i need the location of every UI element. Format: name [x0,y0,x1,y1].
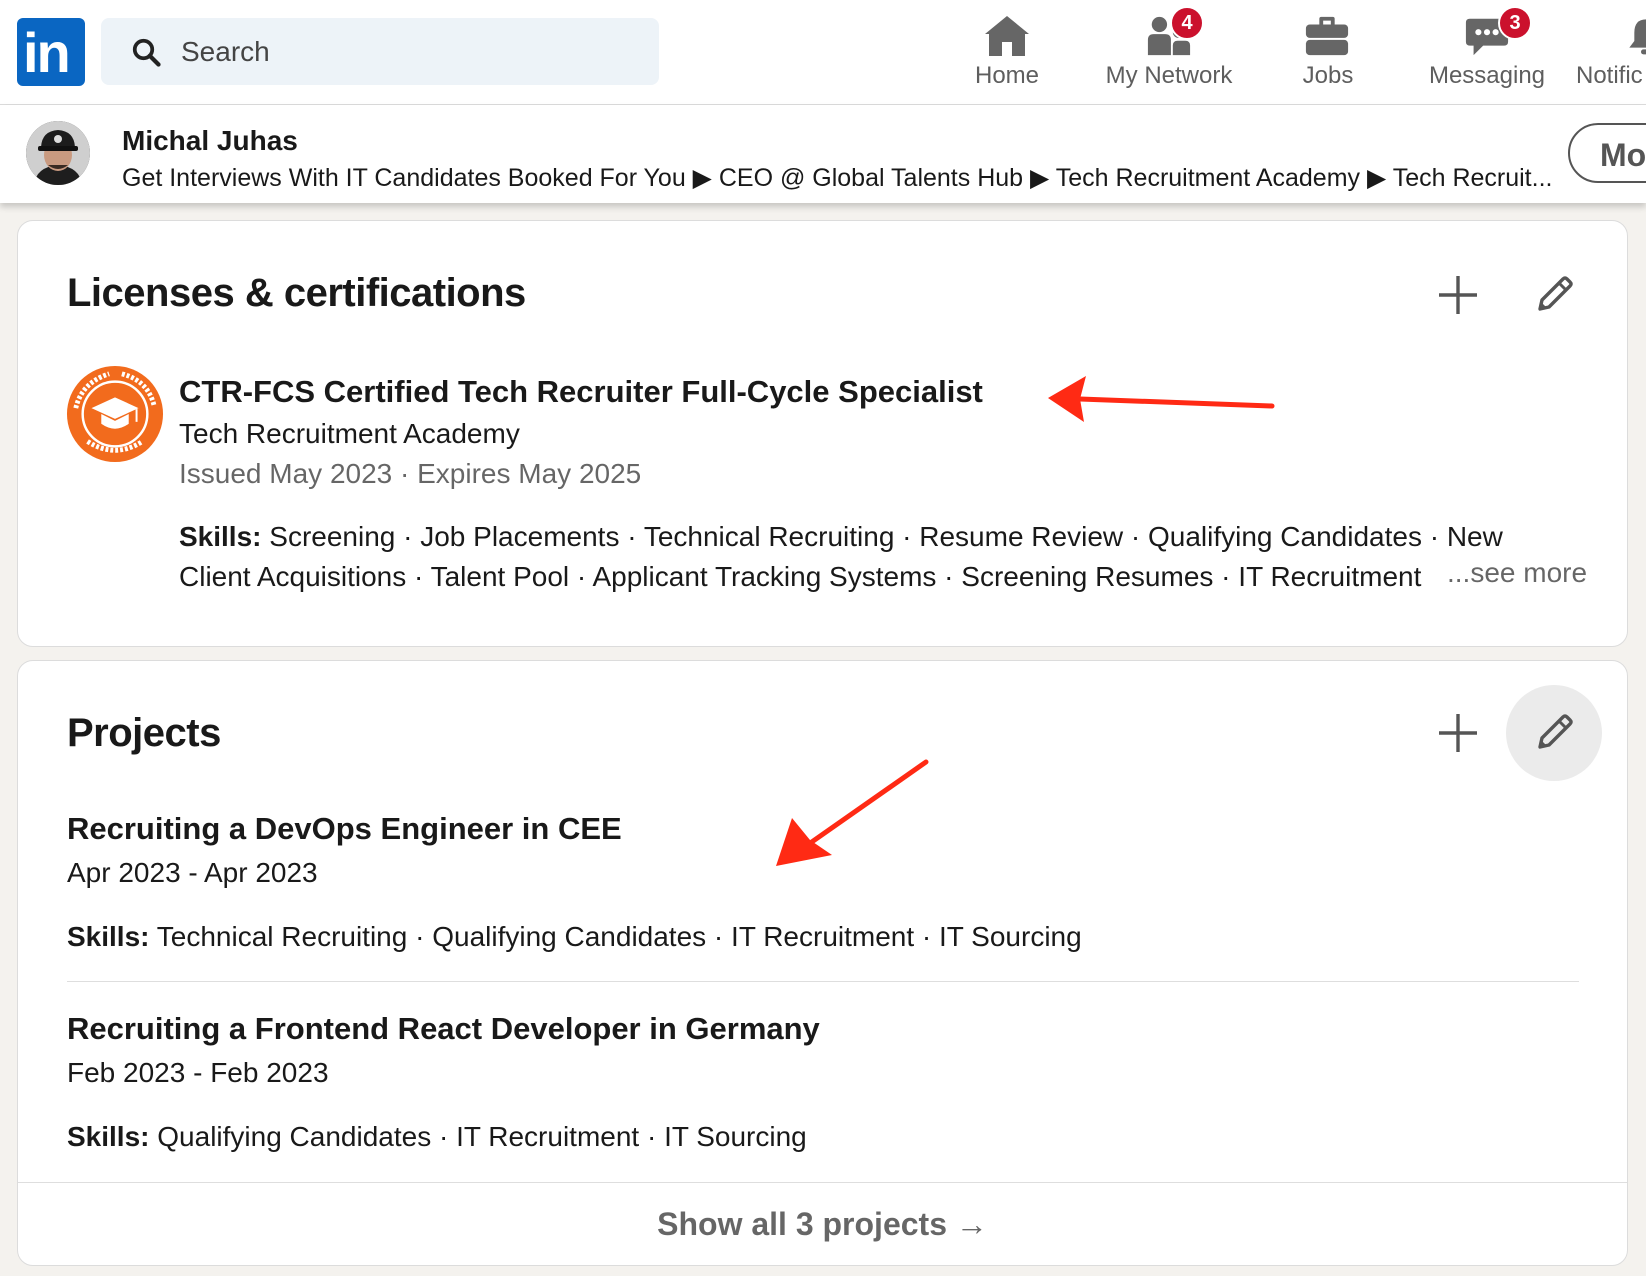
project-skills: Skills: Qualifying Candidates · IT Recru… [67,1117,807,1157]
license-skills: Skills: Screening · Job Placements · Tec… [179,517,1563,597]
section-title: Licenses & certifications [67,271,526,315]
skills-list: Technical Recruiting · Qualifying Candid… [156,921,1082,952]
network-badge: 4 [1170,6,1204,40]
bell-icon [1629,19,1646,55]
global-nav: in Home 4 My Network Jobs [0,0,1646,105]
profile-headline: Get Interviews With IT Candidates Booked… [122,164,1553,192]
show-all-projects-link[interactable]: Show all 3 projects → [18,1182,1627,1265]
search-box[interactable] [101,18,659,85]
nav-notifications[interactable]: Notific [1576,0,1646,104]
home-icon [985,16,1029,56]
profile-name: Michal Juhas [122,125,298,156]
nav-label: Messaging [1428,62,1546,89]
divider [67,981,1579,982]
section-title: Projects [67,711,221,755]
avatar[interactable] [26,121,90,185]
skills-list: Screening · Job Placements · Technical R… [179,521,1503,592]
nav-jobs[interactable]: Jobs [1290,0,1366,104]
project-skills: Skills: Technical Recruiting · Qualifyin… [67,917,1082,957]
project-dates: Feb 2023 - Feb 2023 [67,1057,329,1088]
nav-messaging[interactable]: 3 Messaging [1424,0,1550,104]
project-dates: Apr 2023 - Apr 2023 [67,857,318,888]
nav-label: Jobs [1302,62,1354,89]
sticky-profile-bar: Michal Juhas Get Interviews With IT Cand… [0,105,1646,203]
pencil-icon [1538,714,1573,749]
messaging-badge: 3 [1498,6,1532,40]
nav-home[interactable]: Home [966,0,1048,104]
tech-recruitment-academy-logo[interactable] [66,365,164,463]
see-more-link[interactable]: ...see more [1433,557,1588,589]
skills-label: Skills: [67,921,150,952]
project-title[interactable]: Recruiting a Frontend React Developer in… [67,1011,820,1047]
add-project-button[interactable] [1410,685,1506,781]
more-button[interactable]: Mo [1568,123,1646,183]
projects-card: Projects Recruiting a DevOps Engineer in… [17,660,1628,1266]
nav-my-network[interactable]: 4 My Network [1096,0,1242,104]
skills-list: Qualifying Candidates · IT Recruitment ·… [157,1121,807,1152]
skills-label: Skills: [67,1121,150,1152]
annotation-arrow-left-icon [1048,376,1275,422]
edit-licenses-button[interactable] [1506,247,1602,343]
licenses-card: Licenses & certifications CTR-FCS Certif… [17,220,1628,647]
briefcase-icon [1305,16,1349,56]
edit-projects-button[interactable] [1506,685,1602,781]
pencil-icon [1538,276,1573,311]
nav-label: My Network [1105,62,1233,89]
linkedin-logo[interactable]: in [17,18,85,86]
add-license-button[interactable] [1410,247,1506,343]
license-dates: Issued May 2023 · Expires May 2025 [179,458,642,489]
nav-label: Home [974,62,1040,89]
skills-label: Skills: [179,521,262,552]
plus-icon [1439,276,1477,314]
plus-icon [1439,714,1477,752]
license-title[interactable]: CTR-FCS Certified Tech Recruiter Full-Cy… [179,374,983,410]
search-input[interactable] [179,26,643,78]
license-issuer: Tech Recruitment Academy [179,418,520,449]
nav-label: Notific [1576,62,1643,89]
project-title[interactable]: Recruiting a DevOps Engineer in CEE [67,811,622,847]
search-icon [132,38,161,67]
annotation-arrow-down-left-icon [776,759,929,866]
